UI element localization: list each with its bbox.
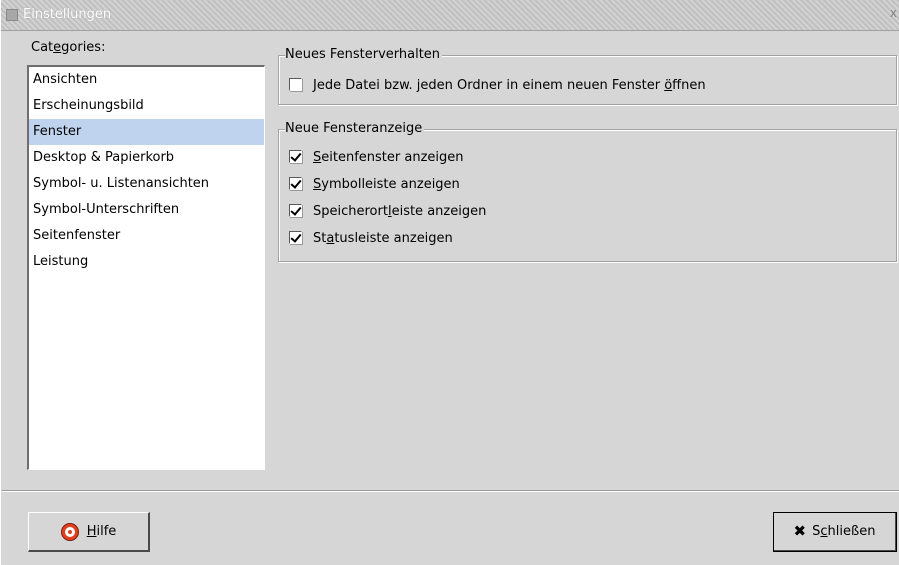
preferences-window: Einstellungen X Categories: Ansichten Er…: [0, 0, 899, 565]
group-new-window-behavior-title: Neues Fensterverhalten: [285, 47, 443, 63]
show-side-pane-checkbox[interactable]: [289, 150, 302, 163]
show-status-bar-checkbox[interactable]: [289, 231, 302, 244]
categories-label-pre: Cat: [31, 40, 54, 55]
show-location-bar-label-pre: Speicherort: [313, 204, 388, 219]
show-location-bar-label-post: eiste anzeigen: [391, 204, 487, 219]
close-x-icon: ✖: [793, 522, 807, 540]
button-area-separator: [2, 490, 899, 492]
categories-label-post: gories:: [61, 40, 106, 55]
open-in-new-window-label-post: ffnen: [672, 78, 706, 93]
group-new-window-display: Neue Fensteranzeige Seitenfenster anzeig…: [278, 121, 897, 262]
show-location-bar-checkbox[interactable]: [289, 204, 302, 217]
show-side-pane-checkbox-row[interactable]: Seitenfenster anzeigen: [289, 148, 464, 168]
category-item-symbol-unterschriften[interactable]: Symbol-Unterschriften: [29, 197, 264, 223]
close-button-label-pre: S: [812, 524, 821, 539]
categories-list[interactable]: Ansichten Erscheinungsbild Fenster Deskt…: [27, 65, 265, 470]
category-item-symbol-listenansichten[interactable]: Symbol- u. Listenansichten: [29, 171, 264, 197]
help-button-label-post: ilfe: [96, 524, 117, 539]
show-toolbar-label-post: ymbolleiste anzeigen: [321, 177, 460, 192]
group-new-window-display-title: Neue Fensteranzeige: [285, 121, 425, 137]
category-item-fenster[interactable]: Fenster: [29, 119, 264, 145]
show-status-bar-checkbox-row[interactable]: Statusleiste anzeigen: [289, 229, 453, 249]
window-close-icon[interactable]: X: [890, 9, 898, 21]
category-item-ansichten[interactable]: Ansichten: [29, 67, 264, 93]
show-status-bar-label-post: tusleiste anzeigen: [334, 231, 453, 246]
close-button[interactable]: ✖ Sc hließen: [773, 512, 897, 552]
show-side-pane-label-post: eitenfenster anzeigen: [321, 150, 464, 165]
categories-label-mnemonic: e: [53, 40, 62, 55]
close-button-label-post: hließen: [827, 524, 876, 539]
show-location-bar-checkbox-row[interactable]: Speicherortleiste anzeigen: [289, 202, 486, 222]
group-new-window-behavior: Neues Fensterverhalten Jede Datei bzw. j…: [278, 47, 897, 105]
open-in-new-window-checkbox[interactable]: [289, 78, 302, 91]
help-button[interactable]: Hilfe: [28, 512, 150, 552]
window-menu-icon[interactable]: [6, 9, 18, 21]
category-item-seitenfenster[interactable]: Seitenfenster: [29, 223, 264, 249]
show-status-bar-label-pre: St: [313, 231, 327, 246]
category-item-desktop-papierkorb[interactable]: Desktop & Papierkorb: [29, 145, 264, 171]
categories-label: Categories:: [31, 40, 105, 55]
title-bar[interactable]: Einstellungen X: [1, 0, 899, 31]
close-button-label-mnemonic: c: [820, 524, 828, 539]
open-in-new-window-label-mnemonic: ö: [664, 78, 673, 93]
show-toolbar-checkbox[interactable]: [289, 177, 302, 190]
lifebuoy-icon: [60, 522, 79, 541]
window-title: Einstellungen: [23, 7, 112, 22]
category-item-leistung[interactable]: Leistung: [29, 249, 264, 275]
category-item-erscheinungsbild[interactable]: Erscheinungsbild: [29, 93, 264, 119]
open-in-new-window-checkbox-row[interactable]: Jede Datei bzw. jeden Ordner in einem ne…: [289, 76, 706, 96]
show-toolbar-checkbox-row[interactable]: Symbolleiste anzeigen: [289, 175, 460, 195]
help-button-label-mnemonic: H: [86, 524, 97, 539]
open-in-new-window-label-pre: Jede Datei bzw. jeden Ordner in einem ne…: [313, 78, 665, 93]
